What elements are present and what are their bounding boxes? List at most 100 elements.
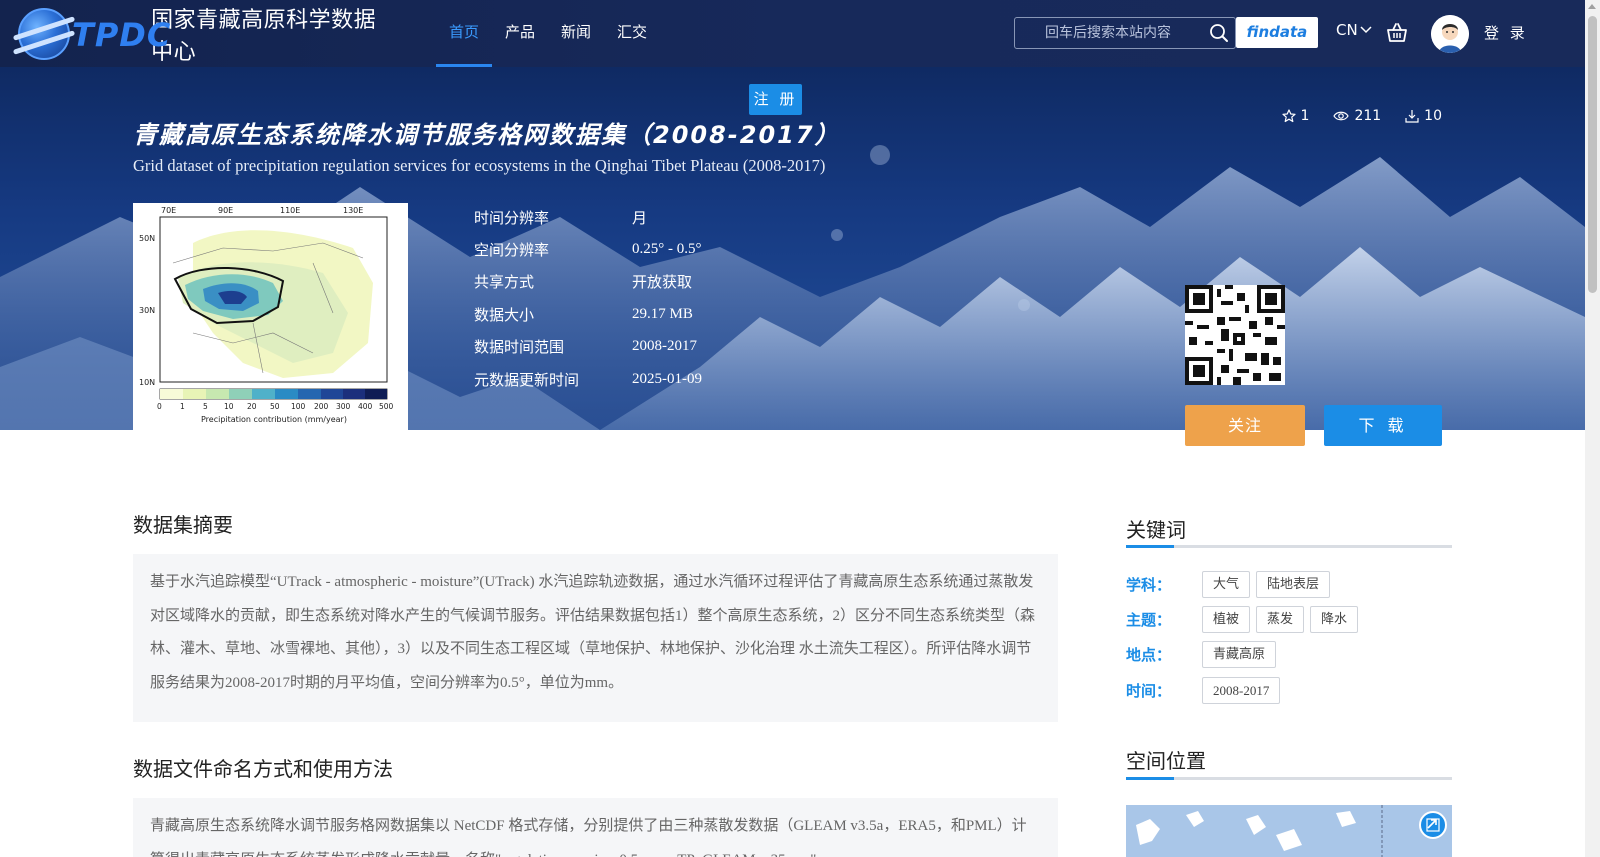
meta-row-spatial-resolution: 空间分辨率 0.25° - 0.5°	[474, 233, 702, 265]
keyword-label: 学科：	[1126, 576, 1172, 594]
follow-button[interactable]: 关注	[1185, 405, 1305, 446]
keyword-tags: 2008-2017	[1202, 677, 1281, 704]
views-count: 211	[1354, 108, 1382, 124]
expand-map-button[interactable]	[1419, 811, 1447, 839]
abstract-text: 基于水汽追踪模型“UTrack - atmospheric - moisture…	[150, 574, 1036, 691]
keyword-tags: 植被 蒸发 降水	[1202, 606, 1359, 633]
keyword-row-time: 时间： 2008-2017	[1126, 677, 1281, 704]
user-avatar[interactable]	[1431, 15, 1469, 53]
meta-value: 0.25° - 0.5°	[632, 241, 702, 258]
dataset-thumbnail[interactable]: 70E 90E 110E 130E 50N 30N 10N 0 1 5 10 2…	[133, 203, 408, 430]
dataset-title-en: Grid dataset of precipitation regulation…	[133, 156, 826, 175]
keywords-title: 关键词	[1126, 518, 1186, 542]
dataset-metadata: 时间分辨率 月 空间分辨率 0.25° - 0.5° 共享方式 开放获取 数据大…	[474, 201, 702, 395]
legend-tick: 20	[247, 402, 257, 411]
naming-title: 数据文件命名方式和使用方法	[133, 757, 393, 781]
dataset-title-zh: 青藏高原生态系统降水调节服务格网数据集（2008-2017）	[133, 121, 841, 149]
nav-products[interactable]: 产品	[492, 0, 548, 67]
language-selector[interactable]: CN	[1336, 21, 1372, 39]
views-stat: 211	[1333, 108, 1381, 124]
chevron-down-icon	[1360, 26, 1372, 34]
naming-text: 青藏高原生态系统降水调节服务格网数据集以 NetCDF 格式存储，分别提供了由三…	[150, 818, 1027, 857]
legend-tick: 100	[291, 402, 306, 411]
meta-value: 2025-01-09	[632, 370, 702, 387]
downloads-stat: 10	[1405, 108, 1442, 124]
search-input[interactable]	[1015, 18, 1205, 48]
top-header: TPDC 国家青藏高原科学数据中心 首页 产品 新闻 汇交 findata CN	[0, 0, 1585, 67]
nav-home[interactable]: 首页	[436, 0, 493, 67]
meta-key: 空间分辨率	[474, 241, 550, 260]
keyword-label: 主题：	[1126, 611, 1172, 629]
avatar-icon	[1431, 15, 1469, 53]
logo-name: 国家青藏高原科学数据中心	[151, 8, 377, 65]
legend-tick: 5	[203, 402, 208, 411]
findata-logo-text: findata	[1246, 23, 1308, 41]
lat-tick: 50N	[139, 234, 155, 243]
legend-tick: 0	[157, 402, 162, 411]
keyword-tag[interactable]: 青藏高原	[1202, 641, 1277, 668]
legend-tick: 300	[336, 402, 351, 411]
site-logo[interactable]: TPDC 国家青藏高原科学数据中心	[14, 4, 394, 65]
favorites-stat[interactable]: 1	[1281, 108, 1310, 124]
keyword-tags: 大气 陆地表层	[1202, 571, 1331, 598]
dataset-stats: 1 211 10	[1281, 108, 1442, 124]
meta-value: 月	[632, 210, 648, 227]
legend-tick: 10	[224, 402, 234, 411]
logo-letters: TPDC	[72, 16, 172, 54]
abstract-title: 数据集摘要	[133, 513, 233, 537]
login-link[interactable]: 登 录	[1484, 22, 1528, 43]
keyword-row-place: 地点： 青藏高原	[1126, 641, 1277, 668]
dataset-hero: 注 册 青藏高原生态系统降水调节服务格网数据集（2008-2017） Grid …	[0, 67, 1585, 430]
meta-key: 数据大小	[474, 305, 535, 324]
keyword-tag[interactable]: 陆地表层	[1256, 571, 1331, 598]
favorites-count: 1	[1300, 108, 1310, 124]
keyword-row-theme: 主题： 植被 蒸发 降水	[1126, 606, 1359, 633]
nav-news[interactable]: 新闻	[548, 0, 604, 67]
scroll-thumb[interactable]	[1588, 16, 1597, 293]
lat-tick: 30N	[139, 306, 155, 315]
keyword-label: 地点：	[1126, 646, 1172, 664]
main-nav: 首页 产品 新闻 汇交	[436, 0, 660, 67]
keyword-tag[interactable]: 植被	[1202, 606, 1251, 633]
nav-submit[interactable]: 汇交	[604, 0, 660, 67]
qr-code	[1185, 285, 1285, 385]
naming-panel: 青藏高原生态系统降水调节服务格网数据集以 NetCDF 格式存储，分别提供了由三…	[133, 798, 1058, 857]
meta-key: 数据时间范围	[474, 338, 565, 357]
location-title: 空间位置	[1126, 749, 1206, 773]
meta-value: 2008-2017	[632, 338, 697, 355]
downloads-count: 10	[1424, 108, 1442, 124]
meta-key: 共享方式	[474, 273, 535, 292]
globe-icon	[18, 8, 70, 60]
eye-icon	[1333, 111, 1350, 121]
meta-row-time-resolution: 时间分辨率 月	[474, 201, 702, 233]
abstract-panel: 基于水汽追踪模型“UTrack - atmospheric - moisture…	[133, 554, 1058, 722]
scroll-up-arrow[interactable]	[1588, 4, 1596, 9]
download-button[interactable]: 下 载	[1324, 405, 1442, 446]
keyword-tags: 青藏高原	[1202, 641, 1277, 668]
legend-tick: 50	[270, 402, 280, 411]
meta-row-metadata-updated: 元数据更新时间 2025-01-09	[474, 363, 702, 395]
meta-value: 开放获取	[632, 273, 693, 292]
lon-tick: 110E	[280, 206, 300, 215]
map-islands	[1136, 805, 1383, 857]
lon-tick: 130E	[343, 206, 363, 215]
keyword-tag[interactable]: 大气	[1202, 571, 1251, 598]
register-button[interactable]: 注 册	[749, 84, 802, 115]
findata-button[interactable]: findata	[1236, 17, 1318, 48]
meta-row-sharing: 共享方式 开放获取	[474, 266, 702, 298]
location-divider	[1126, 777, 1452, 780]
keywords-divider	[1126, 545, 1452, 548]
keyword-tag[interactable]: 2008-2017	[1202, 677, 1281, 704]
keyword-row-discipline: 学科： 大气 陆地表层	[1126, 571, 1331, 598]
language-label: CN	[1336, 21, 1358, 39]
legend-tick: 200	[314, 402, 329, 411]
lat-tick: 10N	[139, 378, 155, 387]
page-scrollbar[interactable]	[1585, 0, 1600, 857]
search-icon[interactable]	[1209, 23, 1229, 43]
keyword-tag[interactable]: 蒸发	[1256, 606, 1305, 633]
lon-tick: 90E	[218, 206, 233, 215]
basket-icon[interactable]	[1386, 22, 1408, 44]
location-map[interactable]	[1126, 805, 1452, 857]
expand-icon	[1426, 818, 1440, 832]
keyword-tag[interactable]: 降水	[1310, 606, 1359, 633]
